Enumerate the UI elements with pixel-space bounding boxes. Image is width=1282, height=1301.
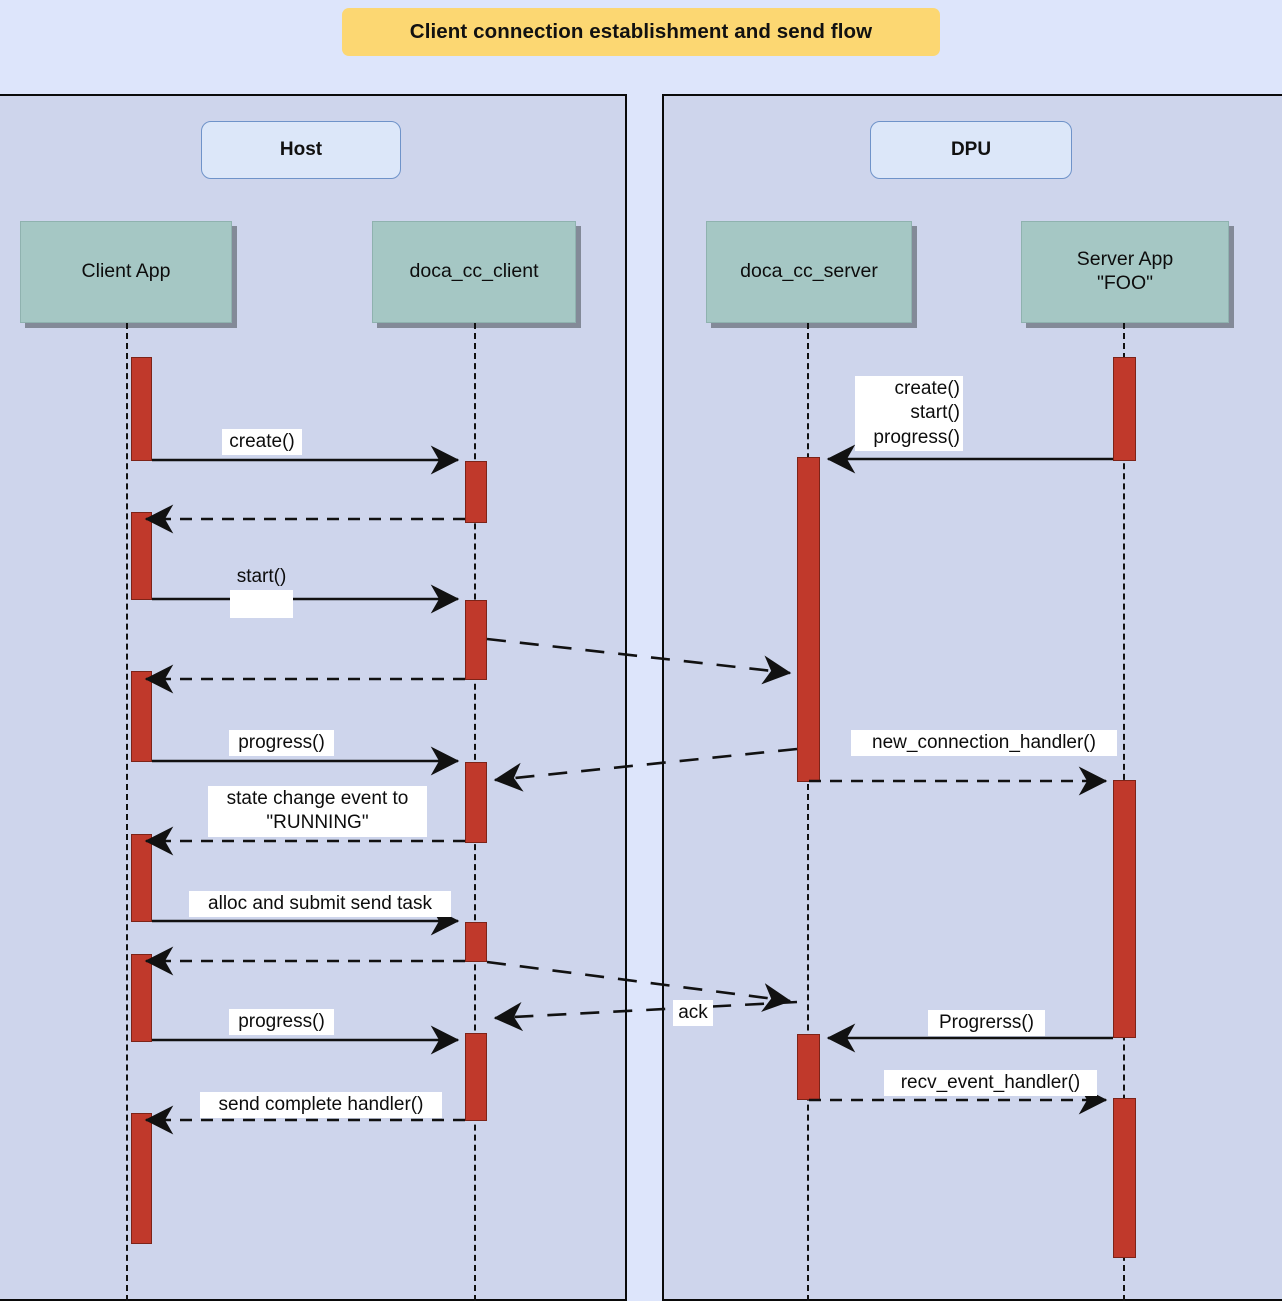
activation-client-app [131, 357, 152, 461]
activation-doca-cc-client [465, 1033, 487, 1121]
message-label-m2: create() [222, 429, 302, 456]
participant-client-app: Client App [20, 221, 232, 323]
participant-doca-cc-server: doca_cc_server [706, 221, 912, 323]
activation-client-app [131, 954, 152, 1042]
message-label-m9: new_connection_handler() [851, 730, 1117, 757]
activation-doca-cc-server [797, 457, 820, 782]
participant-server-app: Server App "FOO" [1021, 221, 1229, 323]
message-label-m1: create() start() progress() [855, 376, 963, 451]
activation-client-app [131, 1113, 152, 1244]
diagram-title: Client connection establishment and send… [342, 8, 940, 56]
activation-doca-cc-client [465, 922, 487, 962]
message-label-m7: progress() [229, 730, 334, 757]
message-label-m11: alloc and submit send task [189, 891, 451, 918]
activation-doca-cc-client [465, 762, 487, 843]
message-label-m4-backdrop [230, 590, 293, 618]
message-label-m10: state change event to "RUNNING" [208, 786, 427, 837]
message-label-m4: start() [236, 566, 287, 587]
group-label-host: Host [201, 121, 401, 179]
message-label-m13: ack [673, 1000, 713, 1027]
lifeline-client-app [126, 323, 128, 1301]
activation-doca-cc-client [465, 600, 487, 680]
activation-client-app [131, 512, 152, 600]
activation-doca-cc-server [797, 1034, 820, 1100]
activation-client-app [131, 671, 152, 762]
group-label-dpu: DPU [870, 121, 1072, 179]
message-label-m18: send complete handler() [200, 1092, 442, 1119]
message-label-m16: Progrerss() [928, 1010, 1045, 1037]
activation-client-app [131, 834, 152, 922]
message-label-m17: recv_event_handler() [884, 1070, 1097, 1097]
activation-server-app [1113, 357, 1136, 461]
participant-doca-cc-client: doca_cc_client [372, 221, 576, 323]
activation-doca-cc-client [465, 461, 487, 523]
message-label-m15: progress() [229, 1009, 334, 1036]
activation-server-app [1113, 780, 1136, 1038]
activation-server-app [1113, 1098, 1136, 1258]
